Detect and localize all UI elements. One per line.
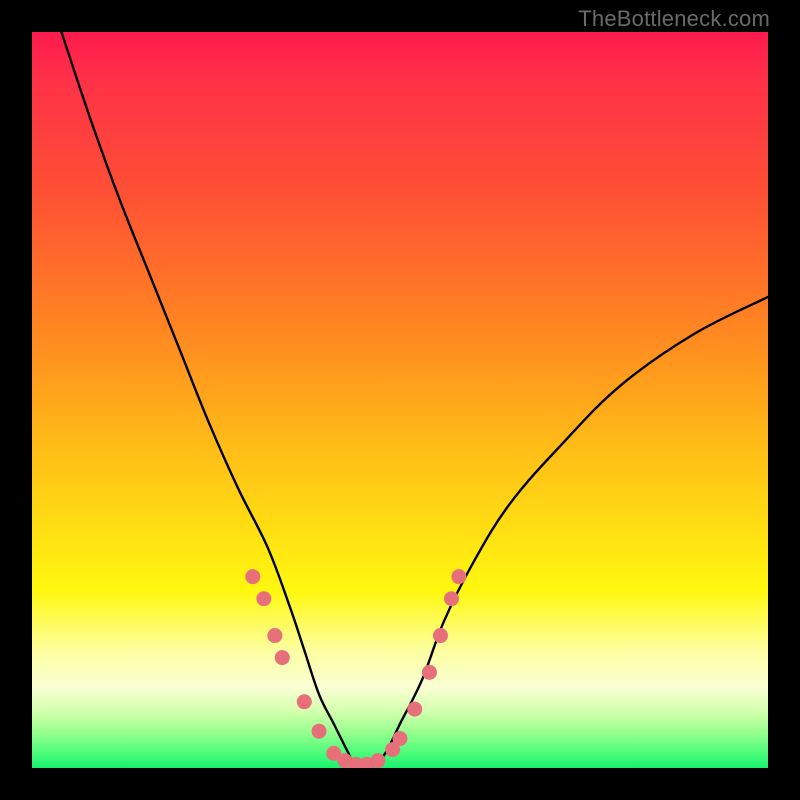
highlight-dot <box>312 724 327 739</box>
highlight-dot <box>444 591 459 606</box>
highlight-dot <box>275 650 290 665</box>
chart-frame: TheBottleneck.com <box>0 0 800 800</box>
highlight-dot <box>422 665 437 680</box>
highlight-dot <box>297 694 312 709</box>
curve-svg <box>32 32 768 768</box>
highlight-dot <box>256 591 271 606</box>
highlight-dot <box>433 628 448 643</box>
highlight-dot <box>370 753 385 768</box>
highlight-dot <box>451 569 466 584</box>
highlight-dot <box>393 731 408 746</box>
highlight-dots <box>245 569 466 768</box>
watermark-text: TheBottleneck.com <box>578 6 770 32</box>
highlight-dot <box>245 569 260 584</box>
highlight-dot <box>267 628 282 643</box>
bottleneck-curve <box>61 32 768 768</box>
plot-area <box>32 32 768 768</box>
highlight-dot <box>407 702 422 717</box>
